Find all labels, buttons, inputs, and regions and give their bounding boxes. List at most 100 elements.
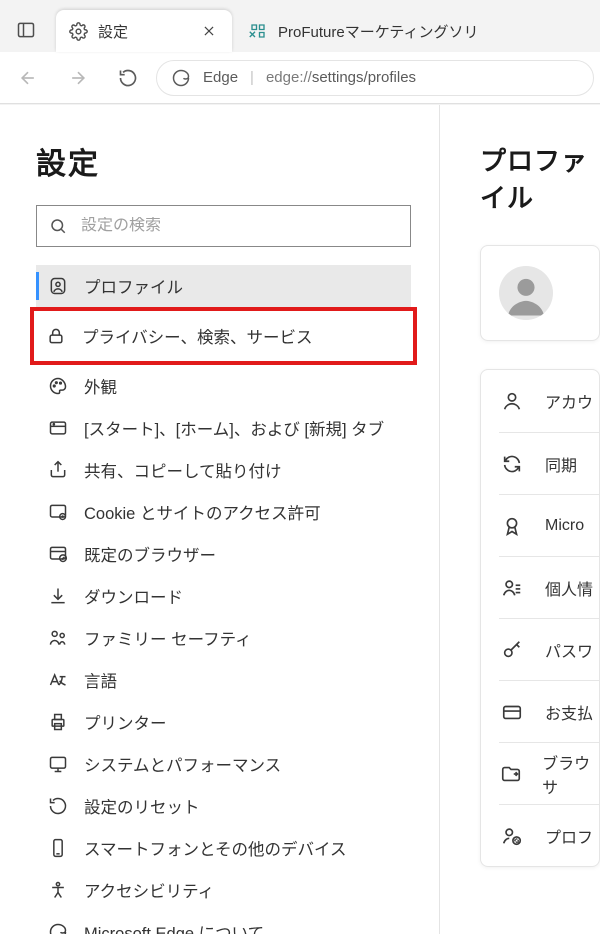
share-icon — [46, 460, 70, 480]
search-icon — [47, 217, 69, 235]
sync-icon — [499, 453, 525, 475]
sidebar-item-label: プロファイル — [84, 274, 183, 298]
sidebar-item-printers[interactable]: プリンター — [36, 701, 411, 743]
pane-heading: プロファイル — [480, 141, 600, 215]
site-favicon-icon — [248, 21, 268, 41]
sidebar-item-cookies-site-permissions[interactable]: Cookie とサイトのアクセス許可 — [36, 491, 411, 533]
settings-pane: プロファイル アカウ 同期 — [440, 105, 600, 934]
setting-row-label: Micro — [545, 517, 584, 535]
tab-actions-button[interactable] — [4, 8, 48, 52]
account-icon — [499, 390, 525, 412]
sidebar-item-label: アクセシビリティ — [84, 878, 214, 902]
browser-check-icon — [46, 544, 70, 564]
reset-icon — [46, 796, 70, 816]
tab-other[interactable]: ProFutureマーケティングソリューシ — [236, 10, 490, 52]
personal-info-icon — [499, 577, 525, 599]
highlight-frame: プライバシー、検索、サービス — [30, 307, 417, 365]
sidebar-item-label: スマートフォンとその他のデバイス — [84, 836, 347, 860]
sidebar-item-privacy[interactable]: プライバシー、検索、サービス — [34, 311, 413, 361]
rewards-icon — [499, 515, 525, 537]
sidebar-item-label: Cookie とサイトのアクセス許可 — [84, 500, 321, 524]
profile-card[interactable] — [480, 245, 600, 341]
sidebar-item-label: プリンター — [84, 710, 167, 734]
setting-row-label: パスワ — [545, 638, 593, 662]
edge-logo-icon — [171, 68, 191, 88]
setting-row-sync[interactable]: 同期 — [499, 432, 599, 494]
setting-row-label: お支払 — [545, 700, 593, 724]
setting-row-label: 個人情 — [545, 576, 593, 600]
profile-settings-icon — [499, 825, 525, 847]
key-icon — [499, 639, 525, 661]
tabstrip: 設定 ProFutureマーケティングソリューシ — [0, 0, 600, 52]
sidebar-item-label: 共有、コピーして貼り付け — [84, 458, 282, 482]
sidebar-item-label: ファミリー セーフティ — [84, 626, 252, 650]
sidebar-item-label: Microsoft Edge について — [84, 920, 264, 934]
sidebar-item-label: [スタート]、[ホーム]、および [新規] タブ — [84, 416, 384, 440]
sidebar-item-languages[interactable]: 言語 — [36, 659, 411, 701]
address-brand: Edge — [203, 69, 238, 86]
search-input[interactable] — [81, 217, 400, 235]
sidebar-item-label: 既定のブラウザー — [84, 542, 216, 566]
setting-row-label: アカウ — [545, 389, 593, 413]
tab-title: ProFutureマーケティングソリューシ — [278, 21, 478, 42]
sidebar-heading: 設定 — [36, 139, 411, 183]
sidebar-item-family-safety[interactable]: ファミリー セーフティ — [36, 617, 411, 659]
setting-row-payment[interactable]: お支払 — [499, 680, 599, 742]
setting-row-label: プロフ — [545, 824, 593, 848]
settings-gear-icon — [68, 21, 88, 41]
download-icon — [46, 586, 70, 606]
lock-icon — [44, 326, 68, 346]
refresh-button[interactable] — [106, 56, 150, 100]
sidebar-item-label: 言語 — [84, 668, 117, 692]
settings-sidebar: 設定 プロファイル プライバシー、検索、サービス — [0, 105, 440, 934]
settings-search[interactable] — [36, 205, 411, 247]
import-browser-icon — [499, 763, 522, 785]
back-button[interactable] — [6, 56, 50, 100]
cookie-settings-icon — [46, 502, 70, 522]
address-url: edge://settings/profiles — [266, 69, 416, 86]
forward-button[interactable] — [56, 56, 100, 100]
settings-menu: プロファイル プライバシー、検索、サービス 外観 — [36, 265, 411, 934]
profile-settings-list: アカウ 同期 Micro 個人情 — [480, 369, 600, 867]
setting-row-profile-preferences[interactable]: プロフ — [499, 804, 599, 866]
profile-icon — [46, 276, 70, 296]
tab-settings[interactable]: 設定 — [56, 10, 232, 52]
sidebar-item-profiles[interactable]: プロファイル — [36, 265, 411, 307]
setting-row-label: 同期 — [545, 452, 577, 476]
accessibility-icon — [46, 880, 70, 900]
setting-row-account[interactable]: アカウ — [499, 370, 599, 432]
avatar — [499, 266, 553, 320]
system-icon — [46, 754, 70, 774]
sidebar-item-default-browser[interactable]: 既定のブラウザー — [36, 533, 411, 575]
sidebar-item-downloads[interactable]: ダウンロード — [36, 575, 411, 617]
sidebar-item-phone-devices[interactable]: スマートフォンとその他のデバイス — [36, 827, 411, 869]
setting-row-label: ブラウサ — [542, 750, 599, 798]
sidebar-item-accessibility[interactable]: アクセシビリティ — [36, 869, 411, 911]
sidebar-item-start-home-newtab[interactable]: [スタート]、[ホーム]、および [新規] タブ — [36, 407, 411, 449]
palette-icon — [46, 376, 70, 396]
tab-title: 設定 — [98, 21, 128, 42]
phone-icon — [46, 838, 70, 858]
browser-chrome: 設定 ProFutureマーケティングソリューシ Edge | — [0, 0, 600, 105]
sidebar-item-label: 設定のリセット — [84, 794, 200, 818]
sidebar-item-share-copy-paste[interactable]: 共有、コピーして貼り付け — [36, 449, 411, 491]
toolbar: Edge | edge://settings/profiles — [0, 52, 600, 104]
sidebar-item-reset-settings[interactable]: 設定のリセット — [36, 785, 411, 827]
sidebar-item-label: プライバシー、検索、サービス — [82, 324, 313, 348]
address-bar[interactable]: Edge | edge://settings/profiles — [156, 60, 594, 96]
sidebar-item-appearance[interactable]: 外観 — [36, 365, 411, 407]
settings-content: 設定 プロファイル プライバシー、検索、サービス — [0, 105, 600, 934]
close-tab-button[interactable] — [198, 20, 220, 42]
setting-row-browser-data[interactable]: ブラウサ — [499, 742, 599, 804]
setting-row-personal-info[interactable]: 個人情 — [499, 556, 599, 618]
sidebar-item-label: ダウンロード — [84, 584, 183, 608]
window-icon — [46, 418, 70, 438]
sidebar-item-label: 外観 — [84, 374, 117, 398]
sidebar-item-about-edge[interactable]: Microsoft Edge について — [36, 911, 411, 934]
family-icon — [46, 628, 70, 648]
sidebar-item-system-performance[interactable]: システムとパフォーマンス — [36, 743, 411, 785]
printer-icon — [46, 712, 70, 732]
language-icon — [46, 670, 70, 690]
setting-row-microsoft-rewards[interactable]: Micro — [499, 494, 599, 556]
setting-row-passwords[interactable]: パスワ — [499, 618, 599, 680]
